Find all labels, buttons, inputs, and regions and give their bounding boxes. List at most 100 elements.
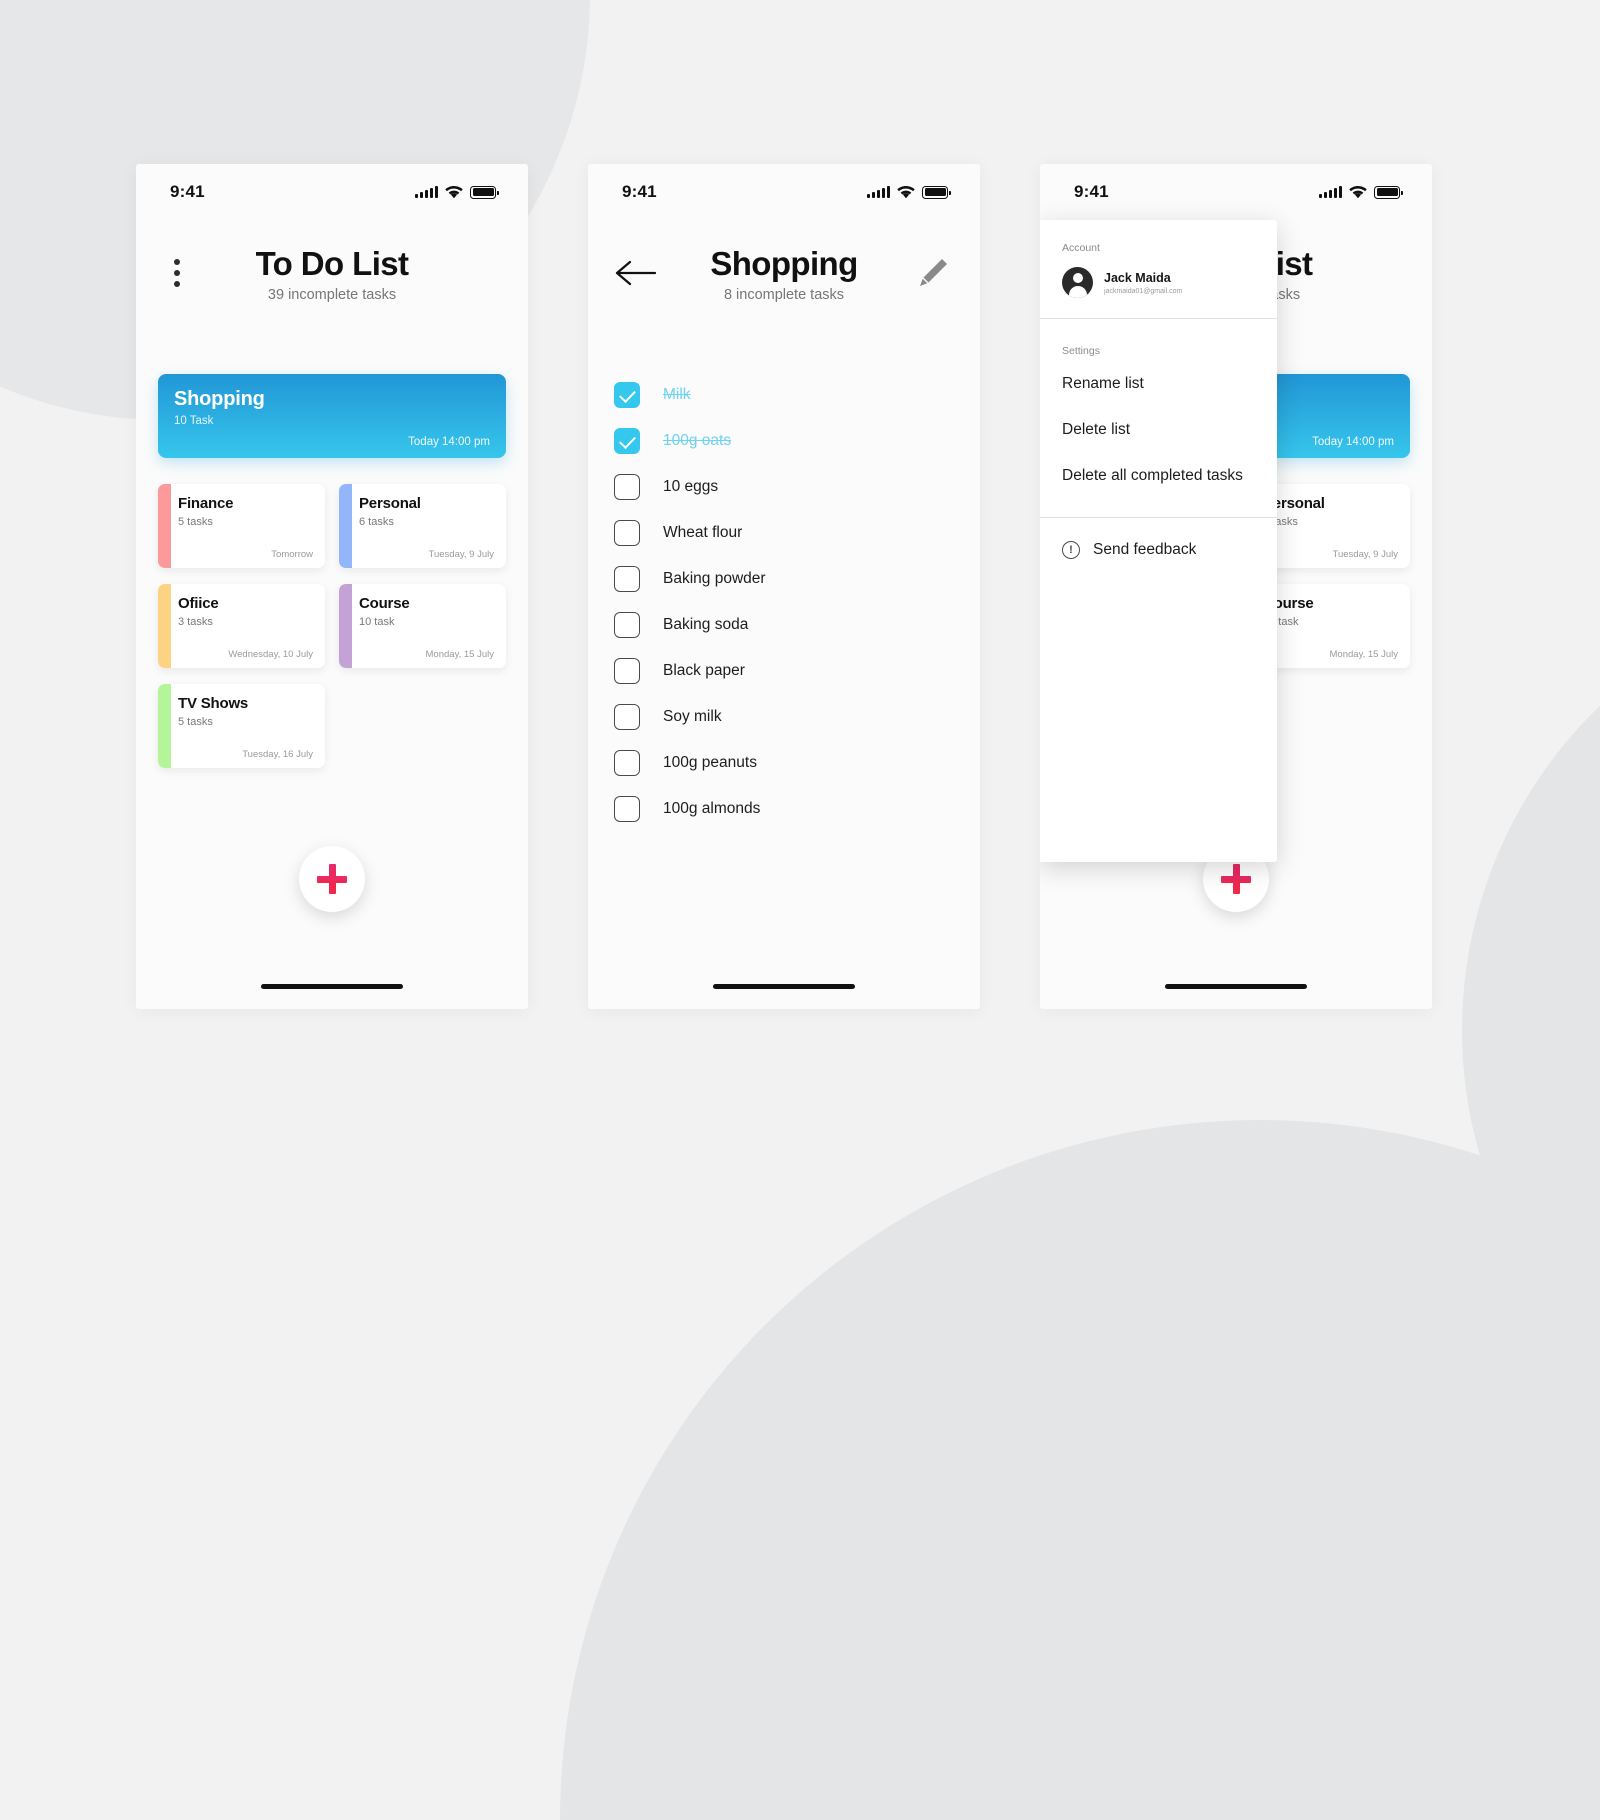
task-row[interactable]: 100g almonds — [614, 786, 954, 832]
phone-screen-shopping-detail: 9:41 Shopping 8 incomplete tasks Milk 10… — [588, 164, 980, 1009]
status-time: 9:41 — [170, 182, 205, 201]
plus-icon — [317, 864, 347, 894]
category-accent-bar — [339, 484, 352, 568]
task-checkbox[interactable] — [614, 612, 640, 638]
task-checkbox[interactable] — [614, 566, 640, 592]
category-count: 6 tasks — [1263, 516, 1298, 528]
user-avatar-icon — [1062, 267, 1093, 298]
category-count: 6 tasks — [359, 516, 394, 528]
category-title: Course — [359, 595, 410, 612]
overflow-menu-panel: Account Jack Maida jackmaida01@gmail.com… — [1040, 220, 1277, 862]
info-circle-icon: ! — [1062, 541, 1080, 559]
status-icons — [1319, 185, 1403, 199]
category-title: Personal — [359, 495, 421, 512]
task-row[interactable]: 100g oats — [614, 418, 954, 464]
task-checkbox[interactable] — [614, 796, 640, 822]
task-row[interactable]: 100g peanuts — [614, 740, 954, 786]
menu-settings-label: Settings — [1062, 345, 1100, 357]
featured-list-card-shopping[interactable]: Shopping 10 Task Today 14:00 pm — [158, 374, 506, 458]
task-row[interactable]: Baking powder — [614, 556, 954, 602]
task-checkbox[interactable] — [614, 474, 640, 500]
page-title: Shopping — [710, 245, 858, 282]
status-bar: 9:41 — [136, 164, 528, 220]
category-date: Tomorrow — [271, 549, 313, 560]
task-list: Milk 100g oats 10 eggs Wheat flour Bakin… — [614, 372, 954, 832]
menu-item-send-feedback[interactable]: ! Send feedback — [1040, 518, 1277, 559]
category-accent-bar — [158, 684, 171, 768]
category-count: 3 tasks — [178, 616, 213, 628]
task-row[interactable]: Soy milk — [614, 694, 954, 740]
phone-screen-home: 9:41 To Do List 39 incomplete tasks Shop… — [136, 164, 528, 1009]
category-title: Finance — [178, 495, 234, 512]
category-card-course[interactable]: Course 10 task Monday, 15 July — [339, 584, 506, 668]
send-feedback-label: Send feedback — [1093, 541, 1197, 558]
wifi-icon — [1349, 185, 1367, 198]
task-checkbox[interactable] — [614, 428, 640, 454]
category-accent-bar — [339, 584, 352, 668]
task-label: 10 eggs — [663, 478, 719, 495]
page-subtitle: 39 incomplete tasks — [267, 286, 397, 303]
menu-item-delete-all-completed-tasks[interactable]: Delete all completed tasks — [1040, 457, 1277, 495]
category-title: Course — [1263, 595, 1314, 612]
task-row[interactable]: Black paper — [614, 648, 954, 694]
task-label: 100g oats — [663, 432, 732, 449]
status-time: 9:41 — [1074, 182, 1109, 201]
category-date: Wednesday, 10 July — [228, 649, 313, 660]
app-header: Shopping 8 incomplete tasks — [588, 220, 980, 336]
featured-card-title: Shopping — [174, 388, 265, 410]
category-date: Tuesday, 9 July — [428, 549, 494, 560]
category-card-personal[interactable]: Personal 6 tasks Tuesday, 9 July — [339, 484, 506, 568]
category-card-grid: Finance 5 tasks Tomorrow Personal 6 task… — [158, 484, 506, 768]
task-label: Baking soda — [663, 616, 749, 633]
task-checkbox[interactable] — [614, 658, 640, 684]
task-row[interactable]: Wheat flour — [614, 510, 954, 556]
featured-card-count: 10 Task — [174, 415, 214, 427]
category-accent-bar — [158, 484, 171, 568]
kebab-menu-icon[interactable] — [164, 254, 190, 292]
status-time: 9:41 — [622, 182, 657, 201]
status-bar: 9:41 — [1040, 164, 1432, 220]
cellular-signal-icon — [415, 186, 438, 198]
menu-item-delete-list[interactable]: Delete list — [1040, 411, 1277, 449]
category-card-finance[interactable]: Finance 5 tasks Tomorrow — [158, 484, 325, 568]
app-header: To Do List 39 incomplete tasks — [136, 220, 528, 336]
category-date: Monday, 15 July — [425, 649, 494, 660]
status-bar: 9:41 — [588, 164, 980, 220]
task-checkbox[interactable] — [614, 750, 640, 776]
home-indicator — [713, 984, 855, 989]
category-count: 10 task — [1263, 616, 1299, 628]
task-row[interactable]: 10 eggs — [614, 464, 954, 510]
cellular-signal-icon — [867, 186, 890, 198]
task-label: Wheat flour — [663, 524, 743, 541]
menu-account-row[interactable]: Jack Maida jackmaida01@gmail.com — [1040, 254, 1277, 318]
task-row[interactable]: Milk — [614, 372, 954, 418]
menu-settings-group: Settings Rename list Delete list Delete … — [1040, 319, 1277, 517]
category-title: Personal — [1263, 495, 1325, 512]
category-count: 5 tasks — [178, 716, 213, 728]
wifi-icon — [445, 185, 463, 198]
task-checkbox[interactable] — [614, 520, 640, 546]
status-icons — [867, 185, 951, 199]
task-label: Milk — [663, 386, 691, 403]
page-title: To Do List — [255, 245, 409, 282]
menu-item-rename-list[interactable]: Rename list — [1040, 365, 1277, 403]
category-date: Tuesday, 9 July — [1332, 549, 1398, 560]
home-indicator — [1165, 984, 1307, 989]
header-titles: To Do List 39 incomplete tasks — [255, 245, 409, 303]
task-checkbox[interactable] — [614, 704, 640, 730]
page-subtitle: 8 incomplete tasks — [723, 286, 845, 303]
category-count: 10 task — [359, 616, 395, 628]
category-card-ofiice[interactable]: Ofiice 3 tasks Wednesday, 10 July — [158, 584, 325, 668]
account-name: Jack Maida — [1104, 270, 1171, 285]
task-label: 100g peanuts — [663, 754, 757, 771]
category-card-tv-shows[interactable]: TV Shows 5 tasks Tuesday, 16 July — [158, 684, 325, 768]
featured-card-date: Today 14:00 pm — [1312, 436, 1394, 448]
task-row[interactable]: Baking soda — [614, 602, 954, 648]
menu-account-label: Account — [1062, 242, 1100, 254]
cellular-signal-icon — [1319, 186, 1342, 198]
pencil-edit-icon[interactable] — [914, 254, 952, 292]
home-indicator — [261, 984, 403, 989]
add-task-fab[interactable] — [299, 846, 365, 912]
back-arrow-icon[interactable] — [614, 254, 660, 292]
task-checkbox[interactable] — [614, 382, 640, 408]
